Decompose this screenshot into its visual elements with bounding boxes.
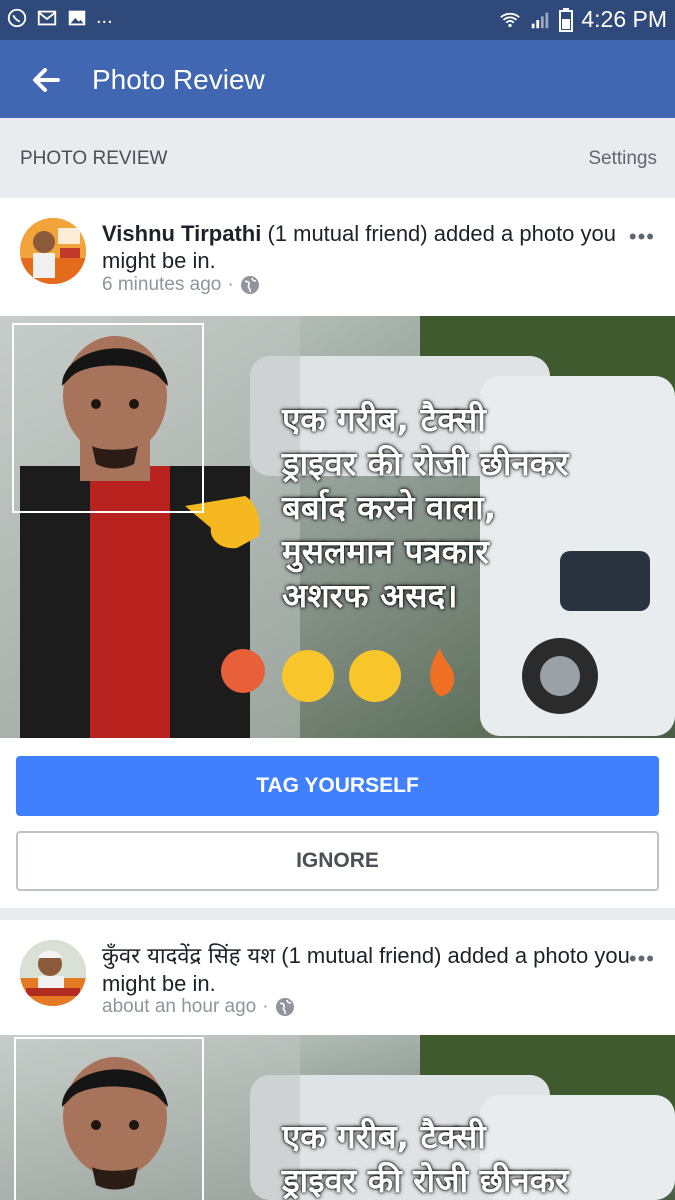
more-notifications: ... [96, 6, 113, 28]
caption-line: अशरफ असद। [282, 576, 458, 615]
post-meta: 6 minutes ago · [102, 274, 260, 296]
caption-line: एक गरीब, टैक्सी [282, 400, 486, 439]
status-bar: ... 4:26 PM [0, 0, 675, 40]
avatar-image [20, 218, 86, 284]
caption-line: ड्राइवर की रोजी छीनकर [282, 444, 569, 483]
tagged-photo[interactable]: एक गरीब, टैक्सी ड्राइवर की रोजी छीनकर [0, 1035, 675, 1200]
gallery-icon [68, 10, 86, 25]
wifi-icon [500, 12, 521, 27]
post-text: Vishnu Tirpathi (1 mutual friend) added … [102, 220, 632, 274]
tagged-photo[interactable]: एक गरीब, टैक्सी ड्राइवर की रोजी छीनकर बर… [0, 316, 675, 738]
gmail-icon [37, 10, 57, 25]
meta-separator: · [227, 274, 234, 295]
app-bar: Photo Review [0, 40, 675, 118]
post-text: कुँवर यादवेंद्र सिंह यश (1 mutual friend… [102, 942, 632, 997]
avatar[interactable] [20, 218, 86, 284]
post-time: about an hour ago [102, 996, 257, 1017]
avatar-image [20, 940, 86, 1006]
author-name[interactable]: Vishnu Tirpathi [102, 221, 261, 246]
photo-caption: एक गरीब, टैक्सी ड्राइवर की रोजी छीनकर बर… [282, 398, 569, 618]
page-title: Photo Review [92, 64, 265, 95]
post-meta: about an hour ago · [102, 996, 295, 1018]
back-arrow-icon[interactable] [28, 62, 64, 98]
post-time: 6 minutes ago [102, 274, 222, 295]
whatsapp-icon [7, 8, 27, 27]
settings-link[interactable]: Settings [588, 148, 657, 170]
tag-yourself-button[interactable]: TAG YOURSELF [16, 756, 659, 816]
caption-line: ड्राइवर की रोजी छीनकर [282, 1161, 569, 1200]
photo-caption: एक गरीब, टैक्सी ड्राइवर की रोजी छीनकर [282, 1115, 569, 1200]
caption-line: एक गरीब, टैक्सी [282, 1117, 486, 1156]
globe-icon [275, 998, 294, 1016]
notification-icons: ... [6, 6, 113, 29]
globe-icon [240, 276, 259, 294]
section-label: PHOTO REVIEW [20, 148, 168, 169]
battery-icon [559, 7, 574, 32]
more-options-button[interactable]: ••• [629, 224, 655, 250]
more-options-button[interactable]: ••• [629, 946, 655, 972]
ignore-button[interactable]: IGNORE [16, 831, 659, 891]
caption-line: मुसलमान पत्रकार [282, 532, 489, 571]
status-time: 4:26 PM [581, 6, 667, 32]
signal-icon [532, 12, 549, 28]
section-header: PHOTO REVIEW Settings [0, 118, 675, 198]
photo-review-card: कुँवर यादवेंद्र सिंह यश (1 mutual friend… [0, 920, 675, 1200]
status-right: 4:26 PM [499, 6, 667, 33]
photo-review-card: Vishnu Tirpathi (1 mutual friend) added … [0, 198, 675, 908]
caption-line: बर्बाद करने वाला, [282, 488, 497, 527]
meta-separator: · [262, 996, 269, 1017]
avatar[interactable] [20, 940, 86, 1006]
author-name[interactable]: कुँवर यादवेंद्र सिंह यश [102, 944, 275, 969]
